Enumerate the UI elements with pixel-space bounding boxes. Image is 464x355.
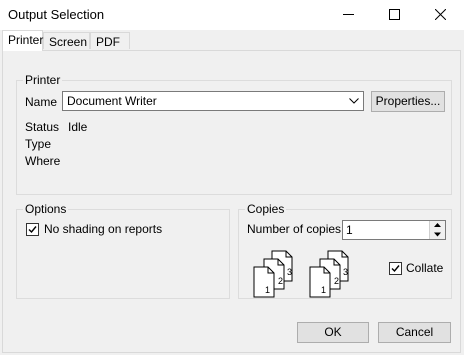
- collate-illustration-icon: 3 2 1 3 2 1: [253, 250, 349, 298]
- options-group: Options: [16, 203, 230, 299]
- ok-button[interactable]: OK: [297, 322, 369, 343]
- properties-button[interactable]: Properties...: [371, 91, 445, 112]
- copies-group-legend: Copies: [247, 202, 285, 216]
- no-shading-label: No shading on reports: [44, 222, 163, 236]
- page-number-3: 3: [343, 267, 348, 277]
- name-label: Name: [25, 95, 58, 109]
- printer-group-legend: Printer: [25, 73, 61, 87]
- arrow-down-icon: [434, 232, 441, 237]
- checkmark-icon: [391, 265, 400, 273]
- minimize-button[interactable]: [325, 0, 371, 30]
- status-value: Idle: [68, 120, 88, 134]
- page-stack-1: 3 2 1: [253, 250, 293, 298]
- minimize-icon: [343, 14, 354, 15]
- title-bar: Output Selection: [0, 0, 464, 30]
- output-selection-dialog: Output Selection Printer Screen PDF Prin…: [0, 0, 464, 355]
- page-number-3: 3: [287, 267, 292, 277]
- tab-printer[interactable]: Printer: [2, 30, 43, 51]
- number-of-copies-stepper[interactable]: 1: [342, 220, 446, 240]
- tab-pdf[interactable]: PDF: [90, 32, 130, 49]
- type-label: Type: [25, 137, 52, 151]
- cancel-button[interactable]: Cancel: [378, 322, 451, 343]
- number-of-copies-label: Number of copies:: [247, 222, 345, 236]
- stepper-up-button[interactable]: [430, 221, 445, 230]
- window-title: Output Selection: [8, 7, 105, 22]
- maximize-button[interactable]: [371, 0, 417, 30]
- page-number-2: 2: [278, 276, 283, 286]
- collate-checkbox[interactable]: [389, 262, 402, 275]
- printer-name-select[interactable]: Document Writer: [62, 91, 364, 111]
- page-stack-2: 3 2 1: [309, 250, 349, 298]
- tab-screen[interactable]: Screen: [43, 32, 90, 49]
- status-label: Status: [25, 120, 60, 134]
- close-icon: [435, 9, 446, 20]
- chevron-down-icon: [349, 98, 359, 104]
- maximize-icon: [389, 9, 400, 20]
- page-number-1: 1: [265, 285, 270, 295]
- checkmark-icon: [28, 226, 37, 234]
- printer-name-value: Document Writer: [67, 94, 157, 108]
- options-group-legend: Options: [25, 202, 67, 216]
- number-of-copies-value: 1: [346, 223, 353, 237]
- page-number-1: 1: [321, 285, 326, 295]
- arrow-up-icon: [434, 223, 441, 227]
- page-number-2: 2: [334, 276, 339, 286]
- collate-label: Collate: [406, 261, 444, 275]
- where-label: Where: [25, 154, 61, 168]
- close-button[interactable]: [417, 0, 463, 30]
- stepper-down-button[interactable]: [430, 230, 445, 239]
- stepper-buttons: [429, 221, 445, 239]
- no-shading-checkbox[interactable]: [26, 223, 39, 236]
